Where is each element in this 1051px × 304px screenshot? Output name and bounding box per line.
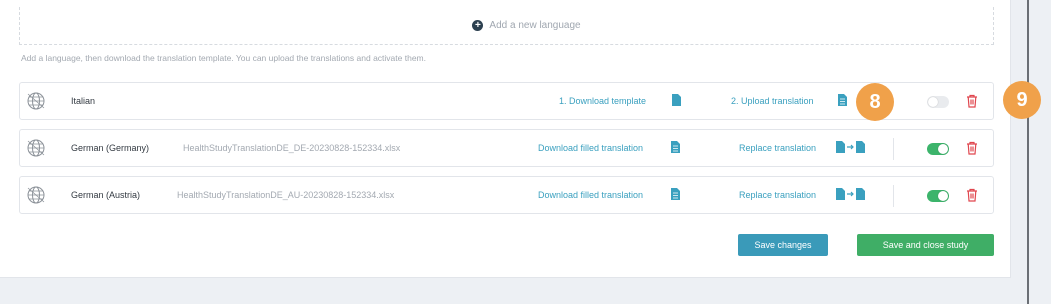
translation-filename: HealthStudyTranslationDE_DE-20230828-152… bbox=[183, 143, 401, 153]
instructions-text: Add a language, then download the transl… bbox=[21, 53, 426, 63]
annotation-badge: 8 bbox=[856, 83, 894, 121]
replace-file-icon[interactable] bbox=[836, 188, 866, 200]
language-name: German (Austria) bbox=[71, 190, 141, 200]
trash-icon[interactable] bbox=[966, 141, 978, 155]
page-divider bbox=[1027, 0, 1029, 304]
trash-icon[interactable] bbox=[966, 94, 978, 108]
download-template-link[interactable]: 1. Download template bbox=[559, 96, 646, 106]
language-row-italian: Italian 1. Download template 2. Upload t… bbox=[19, 82, 994, 120]
activate-toggle[interactable] bbox=[927, 190, 949, 202]
download-filled-translation-link[interactable]: Download filled translation bbox=[538, 190, 643, 200]
globe-icon bbox=[27, 92, 45, 110]
globe-icon bbox=[27, 139, 45, 157]
add-language-button[interactable]: + Add a new language bbox=[19, 7, 994, 45]
annotation-badge: 9 bbox=[1003, 81, 1041, 119]
spreadsheet-icon[interactable] bbox=[671, 188, 680, 200]
activate-toggle[interactable] bbox=[927, 96, 949, 108]
spreadsheet-icon[interactable] bbox=[671, 141, 680, 153]
replace-translation-link[interactable]: Replace translation bbox=[739, 143, 816, 153]
language-row-german-germany: German (Germany) HealthStudyTranslationD… bbox=[19, 129, 994, 167]
translation-filename: HealthStudyTranslationDE_AU-20230828-152… bbox=[177, 190, 395, 200]
language-row-german-austria: German (Austria) HealthStudyTranslationD… bbox=[19, 176, 994, 214]
language-name: German (Germany) bbox=[71, 143, 150, 153]
save-and-close-button[interactable]: Save and close study bbox=[857, 234, 994, 256]
document-icon[interactable] bbox=[672, 94, 681, 106]
save-changes-button[interactable]: Save changes bbox=[738, 234, 828, 256]
trash-icon[interactable] bbox=[966, 188, 978, 202]
activate-toggle[interactable] bbox=[927, 143, 949, 155]
globe-icon bbox=[27, 186, 45, 204]
download-filled-translation-link[interactable]: Download filled translation bbox=[538, 143, 643, 153]
spreadsheet-icon[interactable] bbox=[838, 94, 847, 106]
upload-translation-link[interactable]: 2. Upload translation bbox=[731, 96, 814, 106]
divider bbox=[893, 138, 894, 160]
add-language-label: Add a new language bbox=[489, 20, 581, 31]
language-name: Italian bbox=[71, 96, 96, 106]
translations-panel: + Add a new language Add a language, the… bbox=[0, 0, 1011, 278]
divider bbox=[893, 185, 894, 207]
replace-file-icon[interactable] bbox=[836, 141, 866, 153]
replace-translation-link[interactable]: Replace translation bbox=[739, 190, 816, 200]
plus-circle-icon: + bbox=[472, 20, 484, 31]
